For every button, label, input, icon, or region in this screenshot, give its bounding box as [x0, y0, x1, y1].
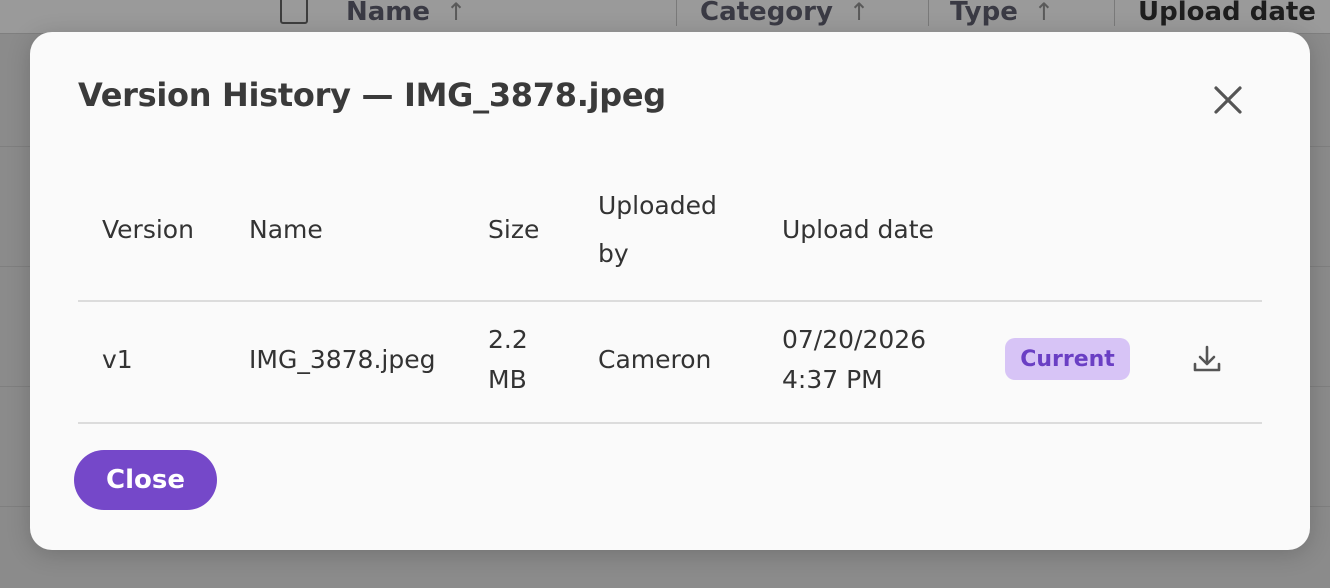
- close-icon[interactable]: [1210, 82, 1246, 118]
- version-history-dialog: Version History — IMG_3878.jpeg Version …: [30, 32, 1310, 550]
- header-uploaded-by: Uploaded by: [598, 191, 717, 268]
- current-status-badge: Current: [1005, 338, 1130, 380]
- cell-name: IMG_3878.jpeg: [249, 345, 436, 374]
- download-icon[interactable]: [1190, 342, 1224, 376]
- select-all-checkbox[interactable]: [280, 0, 308, 24]
- close-button[interactable]: Close: [74, 450, 217, 510]
- header-upload-date: Upload date: [782, 215, 934, 244]
- cell-version: v1: [102, 345, 133, 374]
- column-divider: [676, 0, 677, 26]
- column-label: Category: [700, 0, 833, 27]
- column-header-name[interactable]: Name ↑: [346, 0, 466, 32]
- header-size: Size: [488, 215, 540, 244]
- arrow-up-icon: ↑: [446, 0, 467, 26]
- header-divider: [78, 300, 1262, 302]
- column-header-category[interactable]: Category ↑: [700, 0, 869, 32]
- background-table-header: Name ↑ Category ↑ Type ↑ Upload date: [0, 0, 1330, 34]
- dialog-title: Version History — IMG_3878.jpeg: [78, 76, 666, 114]
- column-divider: [928, 0, 929, 26]
- cell-size: 2.2 MB: [488, 325, 528, 394]
- cell-uploaded-by: Cameron: [598, 345, 712, 374]
- column-label: Name: [346, 0, 431, 27]
- row-divider: [78, 422, 1262, 424]
- header-name: Name: [249, 215, 323, 244]
- column-header-type[interactable]: Type ↑: [950, 0, 1054, 32]
- cell-upload-time: 4:37 PM: [782, 365, 883, 394]
- column-label: Upload date: [1138, 0, 1316, 27]
- arrow-up-icon: ↑: [848, 0, 870, 26]
- cell-upload-date: 07/20/2026: [782, 325, 927, 354]
- column-divider: [1114, 0, 1115, 26]
- header-version: Version: [102, 215, 194, 244]
- arrow-up-icon: ↑: [1033, 0, 1054, 26]
- column-label: Type: [950, 0, 1018, 27]
- column-header-upload-date[interactable]: Upload date: [1138, 0, 1316, 32]
